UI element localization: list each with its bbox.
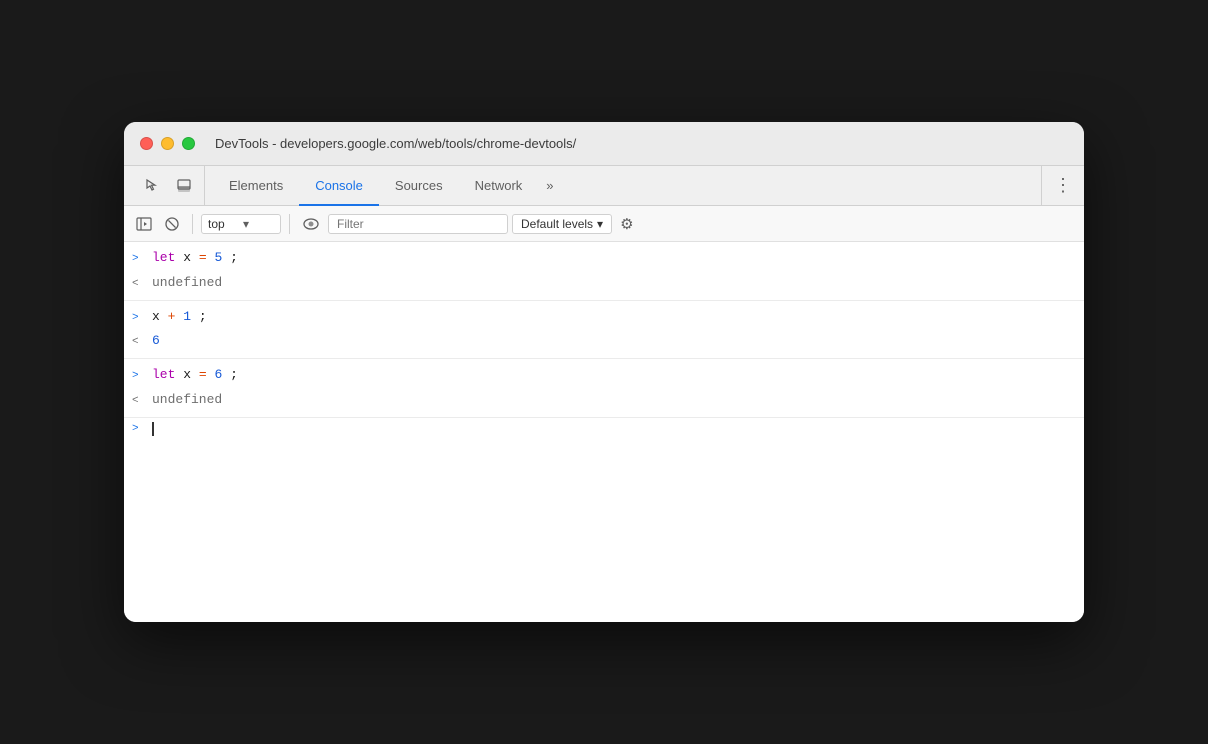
tabs: Elements Console Sources Network » <box>213 166 1041 205</box>
window-title: DevTools - developers.google.com/web/too… <box>215 136 576 151</box>
output-text-3: undefined <box>152 390 222 411</box>
console-code-2: x + 1 ; <box>152 307 1076 328</box>
console-toolbar: top ▾ Default levels ▾ ⚙ <box>124 206 1084 242</box>
console-input-2: > x + 1 ; <box>124 305 1084 330</box>
input-arrow-3: > <box>132 368 144 386</box>
titlebar: DevTools - developers.google.com/web/too… <box>124 122 1084 166</box>
active-input-arrow: > <box>132 423 144 435</box>
cursor <box>152 422 154 436</box>
clear-console-button[interactable] <box>160 212 184 236</box>
output-text-1: undefined <box>152 273 222 294</box>
tabbar-left-icons <box>132 166 205 205</box>
console-code-3: let x = 6 ; <box>152 365 1076 386</box>
traffic-lights <box>140 137 195 150</box>
toolbar-separator-1 <box>192 214 193 234</box>
maximize-button[interactable] <box>182 137 195 150</box>
console-output-2: < 6 <box>124 329 1084 354</box>
settings-button[interactable]: ⚙ <box>616 211 637 237</box>
tabbar: Elements Console Sources Network » ⋮ <box>124 166 1084 206</box>
kebab-menu-button[interactable]: ⋮ <box>1050 171 1076 200</box>
drawer-icon-button[interactable] <box>172 174 196 198</box>
tab-network[interactable]: Network <box>459 167 539 206</box>
console-output-3: < undefined <box>124 388 1084 413</box>
input-arrow-2: > <box>132 310 144 328</box>
tab-sources[interactable]: Sources <box>379 167 459 206</box>
tab-elements[interactable]: Elements <box>213 167 299 206</box>
devtools-window: DevTools - developers.google.com/web/too… <box>124 122 1084 622</box>
default-levels-button[interactable]: Default levels ▾ <box>512 214 612 234</box>
inspect-icon-button[interactable] <box>140 174 164 198</box>
output-arrow-2: < <box>132 334 144 352</box>
context-selector[interactable]: top ▾ <box>201 214 281 234</box>
tabbar-right-icons: ⋮ <box>1041 166 1076 205</box>
eye-icon-button[interactable] <box>298 212 324 236</box>
tab-console[interactable]: Console <box>299 167 379 206</box>
close-button[interactable] <box>140 137 153 150</box>
console-input-3: > let x = 6 ; <box>124 363 1084 388</box>
tab-overflow-button[interactable]: » <box>538 166 561 205</box>
filter-input[interactable] <box>328 214 508 234</box>
sidebar-toggle-button[interactable] <box>132 212 156 236</box>
output-text-2: 6 <box>152 331 160 352</box>
toolbar-separator-2 <box>289 214 290 234</box>
console-code-1: let x = 5 ; <box>152 248 1076 269</box>
output-arrow-1: < <box>132 276 144 294</box>
input-arrow-1: > <box>132 251 144 269</box>
output-arrow-3: < <box>132 393 144 411</box>
console-entry-2: > x + 1 ; < 6 <box>124 301 1084 360</box>
console-output-1: < undefined <box>124 271 1084 296</box>
console-input-1: > let x = 5 ; <box>124 246 1084 271</box>
console-content: > let x = 5 ; < undefined > x + <box>124 242 1084 622</box>
console-entry-3: > let x = 6 ; < undefined <box>124 359 1084 418</box>
minimize-button[interactable] <box>161 137 174 150</box>
console-entry-1: > let x = 5 ; < undefined <box>124 242 1084 301</box>
console-active-input[interactable]: > <box>124 418 1084 440</box>
